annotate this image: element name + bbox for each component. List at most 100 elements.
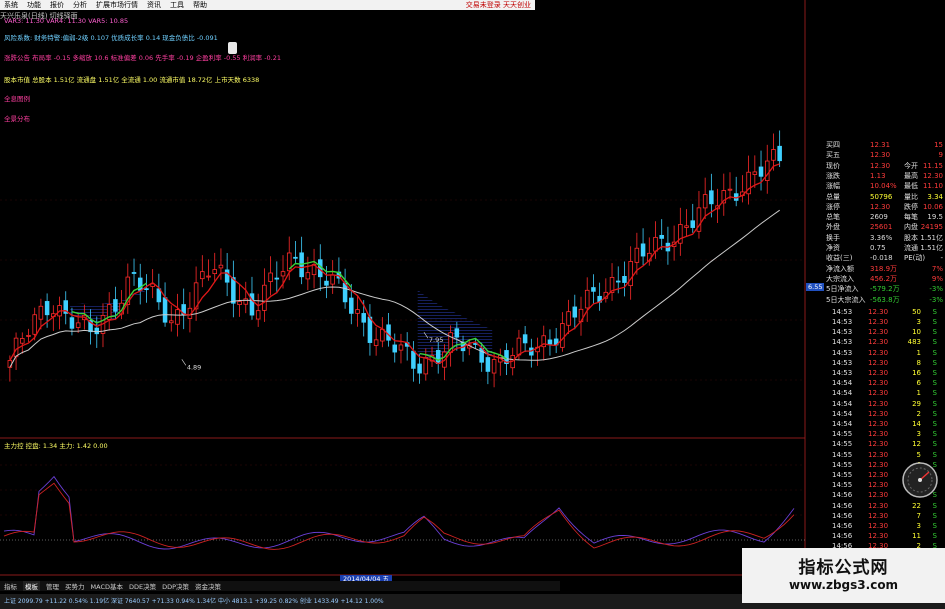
- candle-up: [200, 271, 205, 280]
- candle-up: [237, 301, 242, 305]
- candle-up: [75, 322, 81, 328]
- low-annotation: 4.89: [187, 363, 201, 371]
- tick-time: 14:53: [832, 307, 853, 316]
- quote-value: 10.04%: [870, 182, 897, 191]
- quote-extra-value: 11.15: [922, 161, 943, 170]
- quote-row: 净流入额 318.9万 7%: [806, 265, 945, 274]
- bottom-tab-1[interactable]: 模板: [23, 581, 40, 591]
- quote-row: 5日大宗流入 -563.8万 -3%: [806, 296, 945, 305]
- tick-row: 14:54 12.30 1 S: [806, 389, 945, 398]
- quote-value: 12.30: [870, 202, 891, 211]
- quote-row: 总笔 2609 每笔 19.5: [806, 213, 945, 222]
- quote-value: 456.2万: [870, 274, 898, 283]
- tick-price: 12.30: [868, 481, 889, 490]
- tick-volume: 16: [912, 369, 921, 377]
- tick-price: 12.30: [868, 379, 889, 388]
- candle-up: [491, 359, 497, 374]
- bottom-tab-6[interactable]: DDP决策: [162, 581, 189, 591]
- quote-value: -0.018: [870, 254, 893, 263]
- candle-up: [764, 160, 770, 181]
- tick-price: 12.30: [868, 522, 889, 530]
- tick-volume: 11: [912, 532, 921, 541]
- quote-extra-label: 跌停: [904, 202, 918, 211]
- tick-time: 14:54: [832, 389, 853, 398]
- tick-side: S: [932, 358, 937, 367]
- tick-time: 14:53: [832, 348, 853, 357]
- candle-down: [709, 190, 714, 205]
- quote-extra-label: 流通: [904, 244, 918, 252]
- candle-up: [7, 360, 13, 368]
- bottom-tab-0[interactable]: 指标: [4, 581, 17, 591]
- tick-price: 12.30: [868, 328, 889, 337]
- bottom-tab-4[interactable]: MACD基本: [91, 581, 123, 591]
- candle-up: [727, 188, 733, 191]
- quote-extra-value: 24195: [920, 223, 943, 232]
- tick-row: 14:54 12.30 29 S: [806, 400, 945, 409]
- tick-time: 14:55: [832, 471, 853, 479]
- tick-volume: 3: [916, 430, 921, 439]
- candle-up: [423, 357, 429, 375]
- tick-time: 14:54: [832, 409, 853, 418]
- quote-extra-value: 9: [938, 151, 943, 160]
- low-annotation: 7.95: [429, 336, 443, 344]
- candle-down: [690, 220, 696, 228]
- quote-extra-value: -3%: [929, 295, 943, 304]
- quote-extra-label: 量比: [904, 192, 918, 201]
- candle-up: [398, 344, 404, 351]
- bottom-tab-5[interactable]: DDE决策: [129, 581, 156, 591]
- candle-down: [417, 363, 422, 374]
- quote-extra-label: 今开: [904, 161, 918, 170]
- tick-price: 12.30: [868, 409, 889, 418]
- candle-down: [615, 280, 621, 283]
- tick-side: S: [932, 440, 937, 449]
- quote-extra-label: 每笔: [904, 213, 918, 222]
- quote-label: 净流入额: [826, 264, 854, 273]
- candle-up: [169, 320, 174, 324]
- tick-price: 12.30: [868, 501, 889, 510]
- tick-time: 14:54: [832, 379, 853, 388]
- tick-volume: 1: [916, 389, 921, 398]
- quote-value: 50796: [870, 192, 893, 201]
- candle-up: [268, 272, 273, 283]
- tick-time: 14:54: [832, 399, 853, 408]
- tick-side: S: [932, 532, 937, 541]
- tick-row: 14:53 12.30 1 S: [806, 349, 945, 358]
- kline-chart[interactable]: 7.95 4.89: [0, 0, 806, 585]
- tick-row: 14:56 12.30 7 S: [806, 512, 945, 521]
- tick-volume: 22: [912, 501, 921, 510]
- quote-label: 5日大宗流入: [826, 295, 866, 304]
- quote-extra-label: 最低: [904, 182, 918, 191]
- tick-row: 14:55 12.30 5 S: [806, 451, 945, 460]
- tick-price: 12.30: [868, 358, 889, 367]
- bottom-tab-7[interactable]: 资金决策: [195, 581, 221, 591]
- candle-down: [131, 272, 137, 274]
- quote-label: 换手: [826, 233, 840, 242]
- tick-side: S: [932, 338, 937, 347]
- indicator-label[interactable]: 主力控 控盘: 1.34 主力: 1.42 0.00: [4, 440, 108, 450]
- quote-row: 现价 12.30 今开 11.15: [806, 162, 945, 171]
- tick-side: S: [932, 511, 937, 520]
- tick-time: 14:55: [832, 440, 853, 449]
- tick-side: S: [932, 389, 937, 398]
- tick-price: 12.30: [868, 532, 889, 541]
- bottom-tab-3[interactable]: 买势力: [65, 581, 85, 591]
- bottom-tab-2[interactable]: 管理: [46, 581, 59, 591]
- candle-down: [386, 324, 391, 341]
- candle-up: [653, 236, 658, 252]
- annotation-arrow: [181, 359, 187, 366]
- candle-down: [777, 145, 782, 162]
- tick-volume: 6: [916, 379, 921, 388]
- candle-up: [684, 225, 689, 228]
- candle-up: [628, 261, 633, 287]
- tick-time: 14:55: [832, 450, 853, 459]
- tick-side: S: [932, 409, 937, 418]
- tick-price: 12.30: [868, 430, 889, 439]
- tick-time: 14:55: [832, 430, 853, 439]
- quote-extra-value: 11.10: [922, 182, 943, 191]
- tick-side: S: [932, 450, 937, 459]
- candle-down: [44, 301, 50, 316]
- speed-gauge-icon[interactable]: [900, 460, 940, 500]
- tick-time: 14:53: [832, 358, 853, 367]
- candle-up: [330, 274, 335, 285]
- candle-down: [411, 350, 416, 369]
